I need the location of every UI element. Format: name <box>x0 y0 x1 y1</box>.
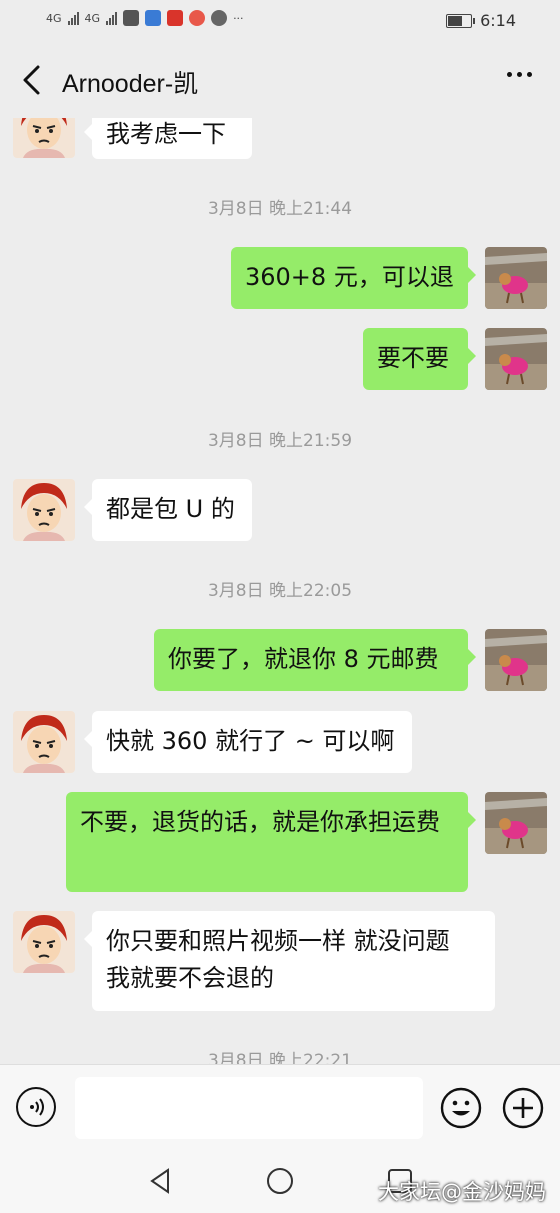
message-text: 都是包 U 的 <box>106 495 235 523</box>
message-text: 快就 360 就行了 ~ 可以啊 <box>106 727 395 755</box>
nav-home-button[interactable] <box>265 1166 295 1196</box>
more-functions-button[interactable] <box>502 1087 544 1129</box>
message-bubble-outgoing[interactable]: 不要，退货的话，就是你承担运费 <box>66 792 476 892</box>
chevron-left-icon <box>23 65 40 95</box>
more-notifications: ··· <box>233 11 244 25</box>
app-icon <box>145 10 162 26</box>
contact-avatar[interactable] <box>13 479 75 541</box>
network-label-2: 4G <box>84 11 101 25</box>
self-avatar[interactable] <box>485 247 547 309</box>
plus-icon <box>502 1087 544 1129</box>
battery-icon <box>446 13 476 28</box>
map-pin-icon <box>189 10 206 26</box>
back-button[interactable] <box>18 64 46 96</box>
contact-avatar[interactable] <box>13 911 75 973</box>
signal-icon-2 <box>106 11 118 25</box>
clock: 6:14 <box>480 11 516 30</box>
message-bubble-incoming[interactable]: 你只要和照片视频一样 就没问题 我就要不会退的 <box>84 911 495 1011</box>
voice-button[interactable] <box>16 1087 56 1127</box>
chat-area[interactable]: 我考虑一下 3月8日 晚上21:44 360+8 元，可以退 要不要 3月8日 … <box>0 118 560 1064</box>
message-bubble-outgoing[interactable]: 你要了，就退你 8 元邮费 <box>154 629 476 691</box>
voice-icon <box>30 1098 44 1116</box>
message-text: 要不要 <box>377 344 449 372</box>
status-bar: 4G 4G ··· 6:14 <box>0 0 560 42</box>
page-title: Arnooder-凯 <box>62 70 199 98</box>
chat-header: Arnooder-凯 <box>0 42 560 118</box>
message-bubble-incoming[interactable]: 都是包 U 的 <box>84 479 252 541</box>
emoji-icon <box>440 1087 482 1129</box>
message-bubble-outgoing[interactable]: 要不要 <box>363 328 476 390</box>
triangle-back-icon <box>150 1168 169 1194</box>
message-text: 不要，退货的话，就是你承担运费 <box>80 808 440 836</box>
app-icon-3 <box>211 10 228 26</box>
timestamp: 3月8日 晚上22:05 <box>207 581 353 601</box>
message-text: 我考虑一下 <box>106 120 226 148</box>
watermark: 大家坛@金沙妈妈 <box>378 1180 546 1204</box>
emoji-button[interactable] <box>440 1087 482 1129</box>
message-text: 你要了，就退你 8 元邮费 <box>168 645 439 673</box>
self-avatar[interactable] <box>485 328 547 390</box>
input-bar <box>0 1064 560 1151</box>
message-text: 360+8 元，可以退 <box>245 263 454 291</box>
timestamp: 3月8日 晚上22:21 <box>207 1051 353 1064</box>
timestamp: 3月8日 晚上21:44 <box>207 199 353 219</box>
app-icon-2 <box>167 10 184 26</box>
nav-back-button[interactable] <box>146 1166 176 1196</box>
self-avatar[interactable] <box>485 629 547 691</box>
more-dots-icon <box>507 72 512 77</box>
timestamp: 3月8日 晚上21:59 <box>207 431 353 451</box>
message-bubble-incoming[interactable]: 快就 360 就行了 ~ 可以啊 <box>84 711 412 773</box>
circle-home-icon <box>267 1168 293 1194</box>
more-button[interactable] <box>507 72 532 77</box>
message-text: 你只要和照片视频一样 就没问题 我就要不会退的 <box>106 927 450 992</box>
signal-icon <box>67 11 79 25</box>
contact-avatar[interactable] <box>13 118 75 158</box>
network-label-1: 4G <box>46 11 62 25</box>
message-input[interactable] <box>75 1077 423 1139</box>
status-icons: 4G 4G ··· <box>46 10 244 26</box>
briefcase-icon <box>123 10 140 26</box>
contact-avatar[interactable] <box>13 711 75 773</box>
self-avatar[interactable] <box>485 792 547 854</box>
message-bubble-outgoing[interactable]: 360+8 元，可以退 <box>231 247 476 309</box>
message-bubble-incoming[interactable]: 我考虑一下 <box>84 118 252 159</box>
status-right: 6:14 <box>446 11 516 30</box>
